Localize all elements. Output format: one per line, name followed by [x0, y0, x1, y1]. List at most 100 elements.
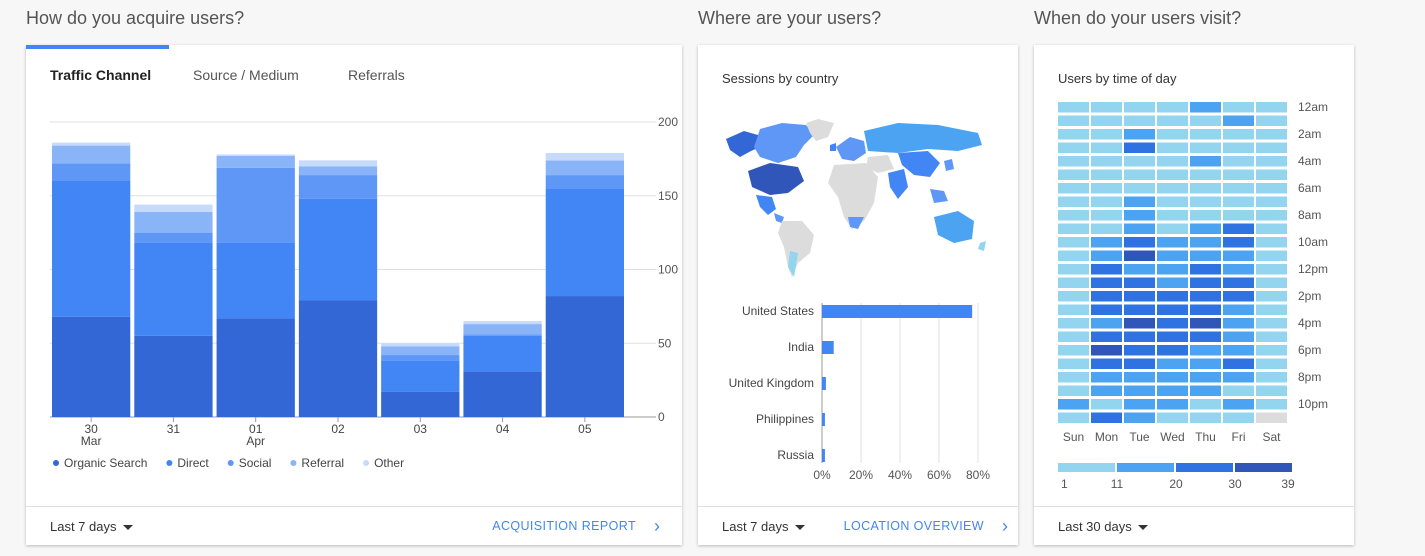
legend-label: Other	[374, 456, 404, 470]
heatmap-cell	[1091, 412, 1122, 423]
heatmap-cell	[1190, 331, 1221, 342]
legend-value-label: 30	[1228, 477, 1242, 491]
bar-segment	[298, 175, 378, 199]
heatmap-cell	[1124, 156, 1155, 167]
country-bar	[822, 341, 834, 354]
legend-dot	[290, 460, 297, 466]
day-label: Wed	[1160, 430, 1184, 444]
map-region-russia	[864, 123, 982, 153]
time-date-range-dropdown[interactable]: Last 30 days	[1058, 519, 1148, 534]
legend-label: Social	[239, 456, 272, 470]
acquisition-date-range-dropdown[interactable]: Last 7 days	[50, 519, 133, 534]
heatmap-cell	[1223, 237, 1254, 248]
heatmap-cell	[1157, 115, 1188, 126]
legend-value-label: 1	[1061, 477, 1068, 491]
heatmap-cell	[1157, 156, 1188, 167]
tab-source-medium[interactable]: Source / Medium	[193, 67, 299, 83]
hour-label: 8am	[1298, 208, 1321, 222]
heatmap-cell	[1157, 237, 1188, 248]
heatmap-cell	[1091, 358, 1122, 369]
hour-label: 6am	[1298, 181, 1321, 195]
heatmap-cell	[1223, 142, 1254, 153]
acquisition-tabs: Traffic Channel Source / Medium Referral…	[26, 45, 682, 105]
bar-segment	[298, 198, 378, 301]
heatmap-cell	[1058, 196, 1089, 207]
heatmap-cell	[1157, 142, 1188, 153]
bar-segment	[545, 175, 624, 189]
heatmap-cell	[1157, 385, 1188, 396]
heatmap-cell	[1058, 223, 1089, 234]
heatmap-cell	[1256, 223, 1287, 234]
bar-segment	[463, 371, 542, 417]
acquisition-card: Traffic Channel Source / Medium Referral…	[26, 45, 682, 545]
hour-label: 4pm	[1298, 316, 1321, 330]
heatmap-cell	[1058, 345, 1089, 356]
heatmap-cell	[1157, 291, 1188, 302]
heatmap-cell	[1058, 412, 1089, 423]
card-subtitle: Sessions by country	[722, 71, 839, 86]
chevron-right-icon[interactable]: ›	[1002, 516, 1008, 537]
heatmap-cell	[1223, 223, 1254, 234]
bar-segment	[134, 204, 213, 212]
heatmap-cell	[1058, 250, 1089, 261]
heatmap-cell	[1256, 129, 1287, 140]
hour-label: 6pm	[1298, 343, 1321, 357]
heatmap-cell	[1190, 399, 1221, 410]
day-label: Fri	[1232, 430, 1246, 444]
heatmap-cell	[1157, 102, 1188, 113]
tab-traffic-channel[interactable]: Traffic Channel	[50, 67, 151, 83]
country-label: India	[788, 340, 814, 354]
country-bar	[822, 449, 825, 462]
heatmap-cell	[1091, 345, 1122, 356]
heatmap-cell	[1256, 102, 1287, 113]
bar-segment	[134, 242, 213, 336]
heatmap-cell	[1058, 156, 1089, 167]
heatmap-cell	[1190, 237, 1221, 248]
heatmap-cell	[1256, 291, 1287, 302]
heatmap-cell	[1190, 142, 1221, 153]
heatmap-cell	[1157, 196, 1188, 207]
heatmap-cell	[1124, 331, 1155, 342]
heatmap-cell	[1124, 358, 1155, 369]
heatmap-cell	[1223, 250, 1254, 261]
heatmap-cell	[1223, 345, 1254, 356]
acquisition-report-link[interactable]: ACQUISITION REPORT	[492, 519, 636, 533]
map-region-alaska	[726, 131, 760, 157]
heatmap-cell	[1091, 264, 1122, 275]
legend-swatch	[1235, 463, 1292, 472]
heatmap-cell	[1058, 169, 1089, 180]
bar-segment	[545, 296, 624, 417]
legend-dot	[166, 460, 173, 466]
location-overview-link[interactable]: LOCATION OVERVIEW	[844, 519, 984, 533]
map-region-australia	[934, 211, 974, 243]
heatmap-cell	[1190, 345, 1221, 356]
hour-label: 12pm	[1298, 262, 1328, 276]
y-tick-label: 0	[658, 410, 665, 424]
heatmap-cell	[1091, 169, 1122, 180]
heatmap-cell	[1223, 291, 1254, 302]
location-date-range-dropdown[interactable]: Last 7 days	[722, 519, 805, 534]
heatmap-cell	[1256, 196, 1287, 207]
y-tick-label: 50	[658, 336, 672, 350]
heatmap-cell	[1157, 169, 1188, 180]
heatmap-cell	[1124, 250, 1155, 261]
legend-swatch	[1176, 463, 1233, 472]
bar-segment	[134, 232, 213, 243]
bar-segment	[463, 324, 542, 335]
x-tick-label: 80%	[966, 468, 990, 482]
heatmap-cell	[1058, 210, 1089, 221]
heatmap-cell	[1223, 331, 1254, 342]
x-tick-label: 31	[167, 422, 181, 436]
heatmap-cell	[1124, 291, 1155, 302]
heatmap-cell	[1091, 277, 1122, 288]
bar-segment	[52, 181, 131, 317]
bar-segment	[52, 163, 131, 181]
tab-referrals[interactable]: Referrals	[348, 67, 405, 83]
chevron-right-icon[interactable]: ›	[654, 516, 660, 537]
bar-segment	[381, 355, 460, 361]
country-bar	[822, 305, 973, 318]
time-of-day-footer: Last 30 days	[1034, 506, 1354, 545]
heatmap-cell	[1223, 318, 1254, 329]
day-label: Sun	[1063, 430, 1084, 444]
heatmap-cell	[1157, 183, 1188, 194]
